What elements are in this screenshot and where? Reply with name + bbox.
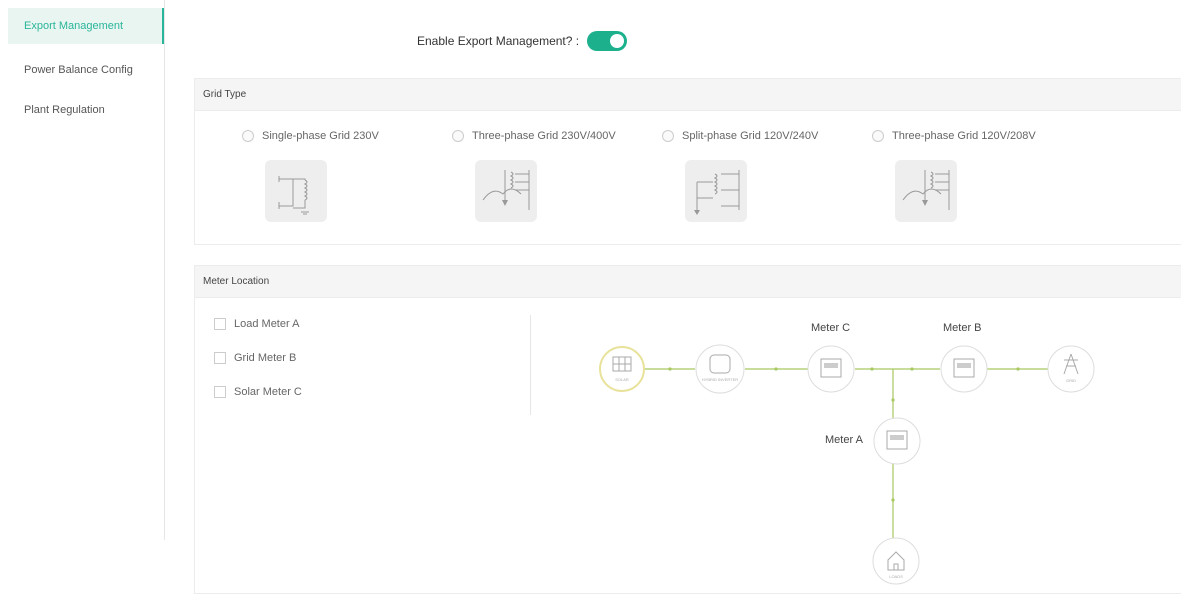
- sidebar-item-plant-regulation[interactable]: Plant Regulation: [8, 92, 164, 128]
- inverter-node: HYBRID INVERTER: [695, 344, 745, 394]
- inverter-caption: HYBRID INVERTER: [702, 377, 738, 382]
- meter-a-label: Meter A: [825, 434, 863, 446]
- grid-tower-node: GRID: [1047, 345, 1095, 393]
- meter-b-label: Meter B: [943, 322, 982, 334]
- meter-divider: [530, 315, 531, 415]
- meter-a-node: [873, 417, 921, 465]
- radio-button[interactable]: [662, 130, 674, 142]
- radio-button[interactable]: [872, 130, 884, 142]
- solar-node: SOLAR: [599, 346, 645, 392]
- checkbox-label: Grid Meter B: [234, 352, 297, 364]
- toggle-knob: [610, 34, 625, 48]
- checkbox[interactable]: [214, 352, 226, 364]
- meter-c-node: [807, 345, 855, 393]
- meter-c-label: Meter C: [811, 322, 851, 334]
- checkbox-grid-meter-b[interactable]: Grid Meter B: [214, 352, 296, 364]
- single-phase-grid-icon: [265, 160, 327, 222]
- grid-option-label: Split-phase Grid 120V/240V: [682, 130, 819, 142]
- grid-caption: GRID: [1066, 378, 1076, 383]
- checkbox-label: Solar Meter C: [234, 386, 302, 398]
- grid-option-three-phase-120-208[interactable]: Three-phase Grid 120V/208V: [872, 130, 1036, 142]
- loads-house-node: LOADS: [872, 537, 920, 585]
- three-phase-120-208-grid-icon: [895, 160, 957, 222]
- sidebar-item-power-balance-config[interactable]: Power Balance Config: [8, 52, 164, 88]
- loads-caption: LOADS: [889, 574, 903, 579]
- checkbox[interactable]: [214, 386, 226, 398]
- grid-option-label: Three-phase Grid 230V/400V: [472, 130, 616, 142]
- three-phase-grid-icon: [475, 160, 537, 222]
- enable-export-toggle[interactable]: [587, 31, 628, 51]
- grid-option-label: Three-phase Grid 120V/208V: [892, 130, 1036, 142]
- checkbox-label: Load Meter A: [234, 318, 300, 330]
- checkbox-solar-meter-c[interactable]: Solar Meter C: [214, 386, 302, 398]
- checkbox-load-meter-a[interactable]: Load Meter A: [214, 318, 299, 330]
- solar-caption: SOLAR: [615, 377, 629, 382]
- grid-option-three-phase-230-400[interactable]: Three-phase Grid 230V/400V: [452, 130, 616, 142]
- meter-b-node: [940, 345, 988, 393]
- enable-export-label: Enable Export Management? :: [417, 34, 580, 48]
- grid-option-split-phase[interactable]: Split-phase Grid 120V/240V: [662, 130, 818, 142]
- sidebar-item-export-management[interactable]: Export Management: [8, 8, 164, 44]
- radio-button[interactable]: [452, 130, 464, 142]
- grid-option-single-phase[interactable]: Single-phase Grid 230V: [242, 130, 379, 142]
- grid-type-title: Grid Type: [195, 79, 1181, 111]
- grid-option-label: Single-phase Grid 230V: [262, 130, 379, 142]
- radio-button[interactable]: [242, 130, 254, 142]
- checkbox[interactable]: [214, 318, 226, 330]
- split-phase-grid-icon: [685, 160, 747, 222]
- sidebar: Export Management Power Balance Config P…: [0, 0, 165, 540]
- meter-location-panel: Meter Location: [194, 265, 1181, 594]
- meter-location-title: Meter Location: [195, 266, 1181, 298]
- enable-export-row: Enable Export Management? :: [417, 30, 628, 52]
